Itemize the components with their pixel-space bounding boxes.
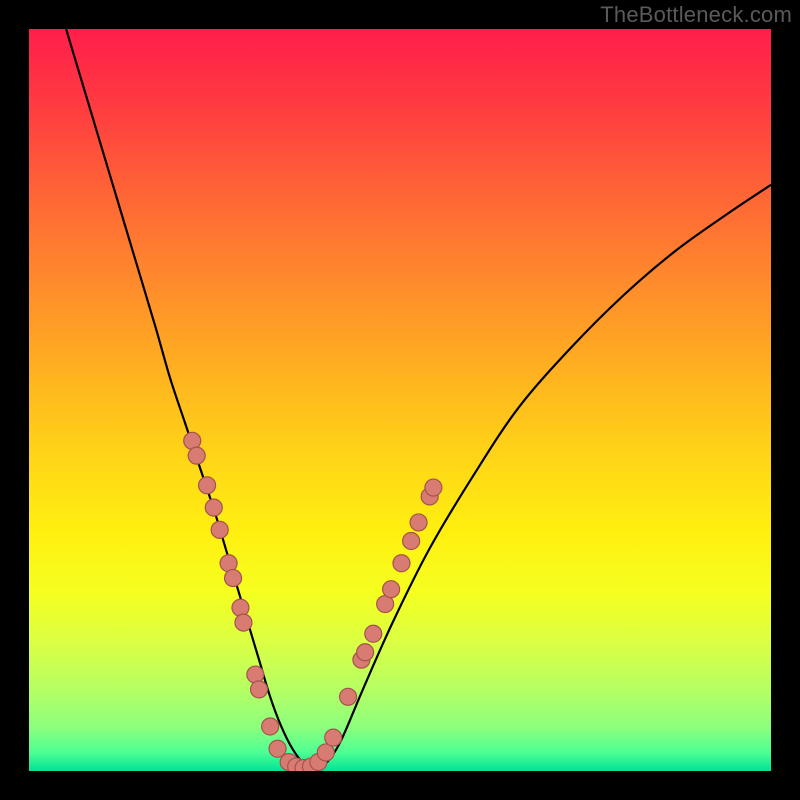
gradient-plot-area xyxy=(29,29,771,771)
chart-frame: TheBottleneck.com xyxy=(0,0,800,800)
watermark-text: TheBottleneck.com xyxy=(600,2,792,28)
